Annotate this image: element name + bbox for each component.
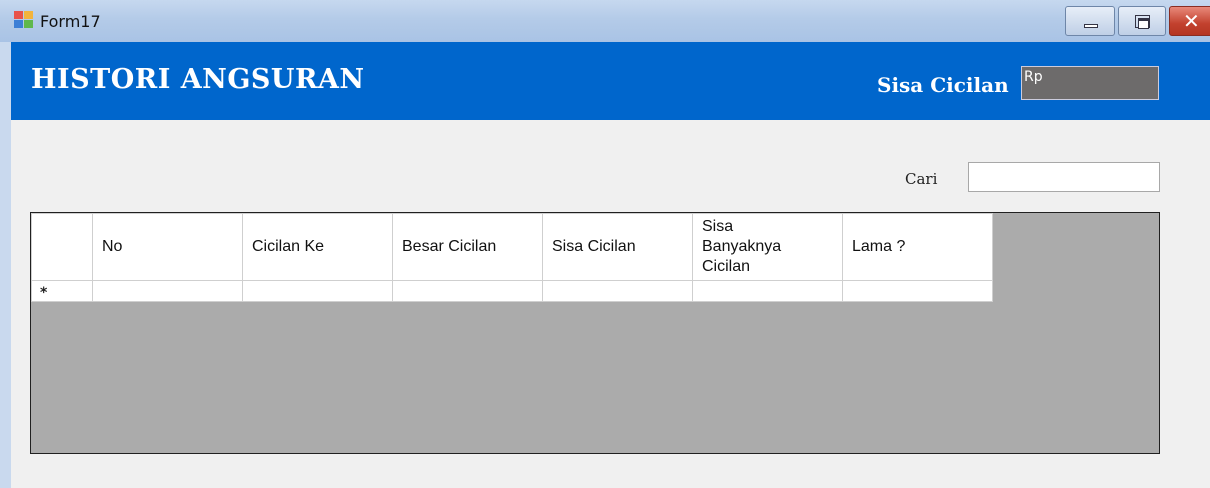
maximize-button[interactable] [1118, 6, 1166, 36]
title-bar[interactable]: Form17 ✕ [0, 0, 1210, 42]
row-header-corner[interactable] [31, 213, 93, 281]
window-title: Form17 [40, 12, 101, 31]
grid-header-row: No Cicilan Ke Besar Cicilan Sisa Cicilan… [31, 213, 993, 281]
column-header-no[interactable]: No [92, 213, 243, 281]
maximize-icon [1135, 15, 1150, 29]
column-header-cicilan-ke[interactable]: Cicilan Ke [242, 213, 393, 281]
close-icon: ✕ [1183, 9, 1200, 33]
table-cell[interactable] [392, 280, 543, 302]
table-cell[interactable] [92, 280, 243, 302]
data-grid[interactable]: No Cicilan Ke Besar Cicilan Sisa Cicilan… [30, 212, 1160, 454]
form-client-area: HISTORI ANGSURAN Sisa Cicilan Rp Cari No… [11, 42, 1210, 488]
search-input[interactable] [968, 162, 1160, 192]
minimize-icon [1084, 24, 1098, 28]
column-header-sisa-cicilan[interactable]: Sisa Cicilan [542, 213, 693, 281]
table-cell[interactable] [842, 280, 993, 302]
header-panel: HISTORI ANGSURAN Sisa Cicilan Rp [11, 42, 1210, 120]
close-button[interactable]: ✕ [1169, 6, 1210, 36]
column-header-sisa-banyaknya-cicilan[interactable]: Sisa Banyaknya Cicilan [692, 213, 843, 281]
new-row-marker[interactable]: * [31, 280, 93, 302]
page-title: HISTORI ANGSURAN [31, 64, 365, 95]
table-row[interactable]: * [31, 280, 993, 302]
table-cell[interactable] [692, 280, 843, 302]
table-cell[interactable] [542, 280, 693, 302]
column-header-besar-cicilan[interactable]: Besar Cicilan [392, 213, 543, 281]
search-label: Cari [905, 170, 938, 188]
sisa-cicilan-field[interactable]: Rp [1021, 66, 1159, 100]
column-header-lama[interactable]: Lama ? [842, 213, 993, 281]
minimize-button[interactable] [1065, 6, 1115, 36]
table-cell[interactable] [242, 280, 393, 302]
grid-table: No Cicilan Ke Besar Cicilan Sisa Cicilan… [31, 213, 993, 302]
app-icon[interactable] [14, 11, 34, 29]
sisa-cicilan-label: Sisa Cicilan [877, 73, 1009, 97]
